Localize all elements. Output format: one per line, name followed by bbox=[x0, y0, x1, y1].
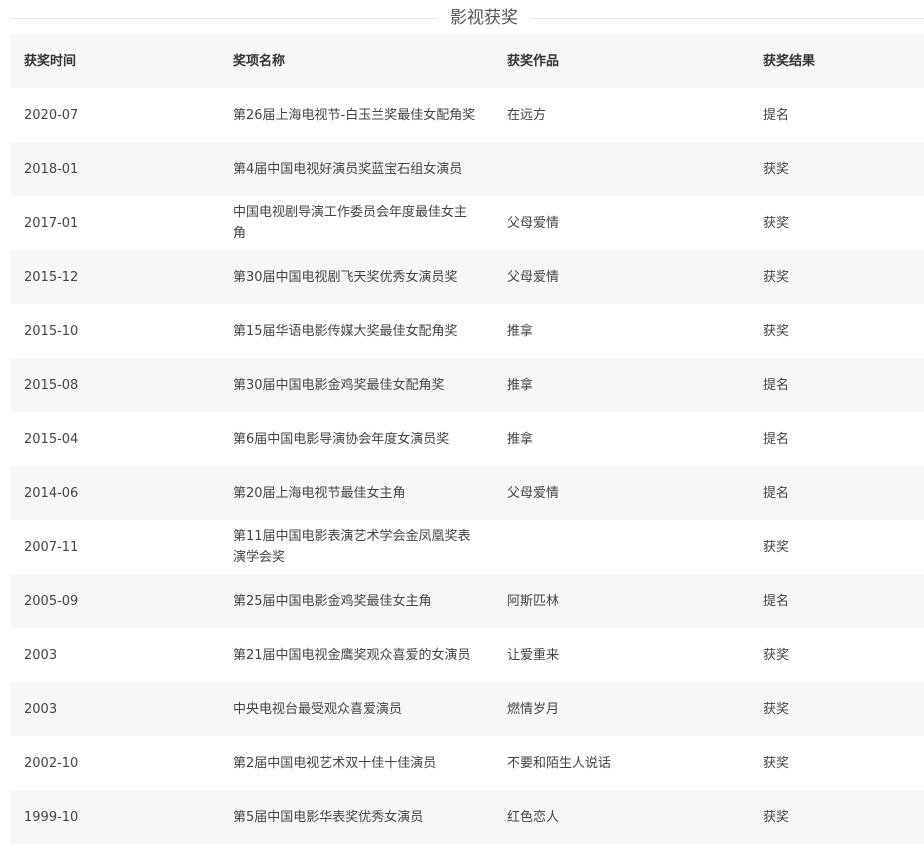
cell-date: 1999-10 bbox=[24, 809, 79, 825]
table-row: 2015-12 第30届中国电视剧飞天奖优秀女演员奖 父母爱情 获奖 bbox=[10, 250, 924, 304]
cell-result: 获奖 bbox=[763, 755, 790, 771]
cell-award: 第2届中国电视艺术双十佳十佳演员 bbox=[233, 755, 437, 771]
cell-work: 红色恋人 bbox=[507, 809, 560, 825]
cell-work: 父母爱情 bbox=[507, 485, 560, 501]
awards-table: 获奖时间 奖项名称 获奖作品 获奖结果 2020-07 第26届上海电视节-白玉… bbox=[10, 34, 924, 844]
cell-date: 2015-04 bbox=[24, 431, 79, 447]
table-row: 2005-09 第25届中国电影金鸡奖最佳女主角 阿斯匹林 提名 bbox=[10, 574, 924, 628]
cell-result: 获奖 bbox=[763, 539, 790, 555]
cell-result: 提名 bbox=[763, 377, 790, 393]
cell-award: 第26届上海电视节-白玉兰奖最佳女配角奖 bbox=[233, 107, 476, 123]
header-divider-right bbox=[530, 18, 924, 19]
cell-work: 父母爱情 bbox=[507, 215, 560, 231]
section-header: 影视获奖 bbox=[0, 0, 924, 34]
cell-result: 获奖 bbox=[763, 215, 790, 231]
column-header-date: 获奖时间 bbox=[24, 53, 77, 69]
section-title: 影视获奖 bbox=[450, 8, 518, 28]
cell-award: 中央电视台最受观众喜爱演员 bbox=[233, 701, 403, 717]
table-header-row: 获奖时间 奖项名称 获奖作品 获奖结果 bbox=[10, 34, 924, 88]
cell-work: 推拿 bbox=[507, 377, 534, 393]
cell-date: 2003 bbox=[24, 701, 58, 717]
table-row: 2002-10 第2届中国电视艺术双十佳十佳演员 不要和陌生人说话 获奖 bbox=[10, 736, 924, 790]
cell-work: 推拿 bbox=[507, 323, 534, 339]
cell-date: 2003 bbox=[24, 647, 58, 663]
cell-date: 2015-12 bbox=[24, 269, 79, 285]
cell-work bbox=[493, 142, 749, 196]
cell-date: 2014-06 bbox=[24, 485, 79, 501]
cell-award: 第15届华语电影传媒大奖最佳女配角奖 bbox=[233, 323, 458, 339]
cell-result: 获奖 bbox=[763, 647, 790, 663]
cell-date: 2005-09 bbox=[24, 593, 79, 609]
cell-award: 第30届中国电影金鸡奖最佳女配角奖 bbox=[233, 377, 445, 393]
cell-award: 第11届中国电影表演艺术学会金凤凰奖表演学会奖 bbox=[233, 529, 471, 565]
cell-result: 获奖 bbox=[763, 323, 790, 339]
header-divider-left bbox=[10, 18, 438, 19]
cell-award: 第30届中国电视剧飞天奖优秀女演员奖 bbox=[233, 269, 458, 285]
table-row: 2018-01 第4届中国电视好演员奖蓝宝石组女演员 获奖 bbox=[10, 142, 924, 196]
cell-result: 获奖 bbox=[763, 701, 790, 717]
table-row: 2020-07 第26届上海电视节-白玉兰奖最佳女配角奖 在远方 提名 bbox=[10, 88, 924, 142]
column-header-work: 获奖作品 bbox=[507, 53, 560, 69]
cell-award: 第6届中国电影导演协会年度女演员奖 bbox=[233, 431, 450, 447]
table-row: 2017-01 中国电视剧导演工作委员会年度最佳女主角 父母爱情 获奖 bbox=[10, 196, 924, 250]
cell-award: 第20届上海电视节最佳女主角 bbox=[233, 485, 406, 501]
cell-result: 提名 bbox=[763, 593, 790, 609]
cell-result: 获奖 bbox=[763, 809, 790, 825]
table-row: 2015-08 第30届中国电影金鸡奖最佳女配角奖 推拿 提名 bbox=[10, 358, 924, 412]
cell-work: 让爱重来 bbox=[507, 647, 560, 663]
cell-result: 提名 bbox=[763, 431, 790, 447]
column-header-result: 获奖结果 bbox=[763, 53, 816, 69]
table-row: 1999-10 第5届中国电影华表奖优秀女演员 红色恋人 获奖 bbox=[10, 790, 924, 844]
cell-date: 2007-11 bbox=[24, 539, 79, 555]
column-header-award: 奖项名称 bbox=[233, 53, 286, 69]
table-row: 2007-11 第11届中国电影表演艺术学会金凤凰奖表演学会奖 获奖 bbox=[10, 520, 924, 574]
cell-date: 2002-10 bbox=[24, 755, 79, 771]
table-row: 2015-10 第15届华语电影传媒大奖最佳女配角奖 推拿 获奖 bbox=[10, 304, 924, 358]
cell-date: 2018-01 bbox=[24, 161, 79, 177]
table-row: 2015-04 第6届中国电影导演协会年度女演员奖 推拿 提名 bbox=[10, 412, 924, 466]
cell-result: 提名 bbox=[763, 485, 790, 501]
cell-result: 提名 bbox=[763, 107, 790, 123]
cell-work bbox=[493, 520, 749, 574]
cell-date: 2020-07 bbox=[24, 107, 79, 123]
cell-award: 第21届中国电视金鹰奖观众喜爱的女演员 bbox=[233, 647, 471, 663]
table-row: 2003 第21届中国电视金鹰奖观众喜爱的女演员 让爱重来 获奖 bbox=[10, 628, 924, 682]
cell-date: 2017-01 bbox=[24, 215, 79, 231]
cell-award: 第25届中国电影金鸡奖最佳女主角 bbox=[233, 593, 432, 609]
cell-result: 获奖 bbox=[763, 269, 790, 285]
cell-date: 2015-10 bbox=[24, 323, 79, 339]
cell-work: 不要和陌生人说话 bbox=[507, 755, 612, 771]
cell-award: 第4届中国电视好演员奖蓝宝石组女演员 bbox=[233, 161, 463, 177]
table-row: 2003 中央电视台最受观众喜爱演员 燃情岁月 获奖 bbox=[10, 682, 924, 736]
cell-work: 燃情岁月 bbox=[507, 701, 560, 717]
cell-work: 阿斯匹林 bbox=[507, 593, 560, 609]
cell-work: 推拿 bbox=[507, 431, 534, 447]
cell-date: 2015-08 bbox=[24, 377, 79, 393]
cell-award: 中国电视剧导演工作委员会年度最佳女主角 bbox=[233, 205, 468, 241]
cell-work: 父母爱情 bbox=[507, 269, 560, 285]
cell-result: 获奖 bbox=[763, 161, 790, 177]
table-row: 2014-06 第20届上海电视节最佳女主角 父母爱情 提名 bbox=[10, 466, 924, 520]
cell-work: 在远方 bbox=[507, 107, 547, 123]
cell-award: 第5届中国电影华表奖优秀女演员 bbox=[233, 809, 424, 825]
